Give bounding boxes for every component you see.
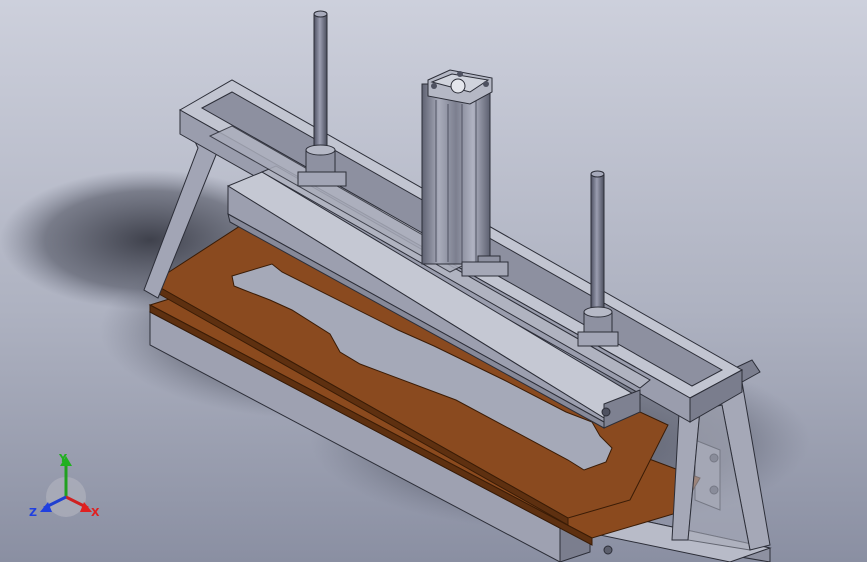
cad-viewport[interactable]: Y X Z	[0, 0, 867, 562]
cad-model-scene: Y X Z	[0, 0, 867, 562]
x-axis-label: X	[91, 506, 100, 519]
z-axis-label: Z	[29, 506, 37, 519]
y-axis-label: Y	[58, 452, 68, 465]
